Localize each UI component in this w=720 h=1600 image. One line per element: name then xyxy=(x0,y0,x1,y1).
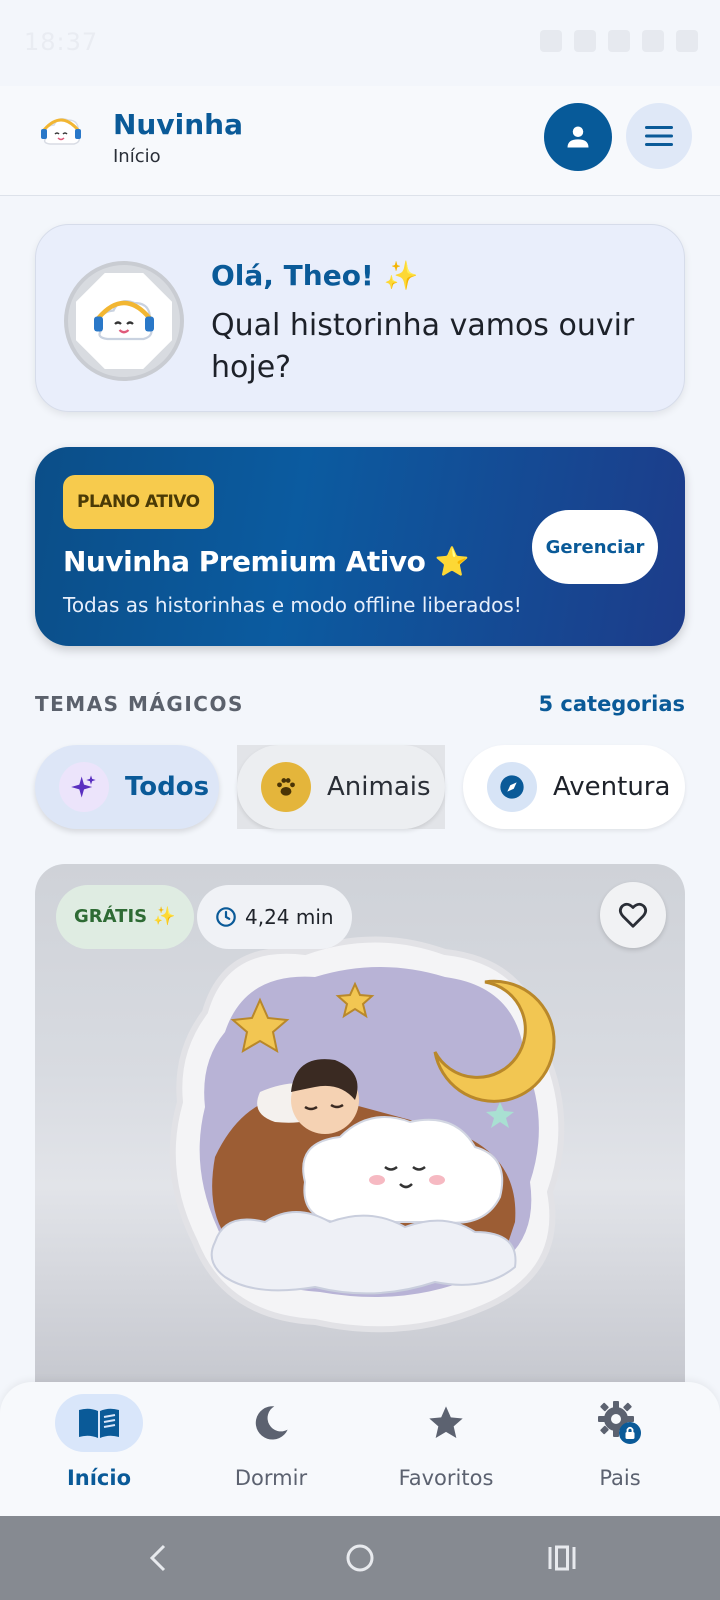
battery-icon xyxy=(676,30,698,52)
app-title: Nuvinha xyxy=(113,108,243,141)
wifi-icon xyxy=(608,30,630,52)
themes-count[interactable]: 5 categorias xyxy=(538,692,685,716)
free-badge: GRÁTIS ✨ xyxy=(56,885,194,949)
menu-button[interactable] xyxy=(626,103,692,169)
premium-banner: PLANO ATIVO Nuvinha Premium Ativo ⭐ Toda… xyxy=(35,447,685,646)
chip-label: Aventura xyxy=(553,772,671,802)
recents-button[interactable] xyxy=(540,1536,584,1580)
paw-icon xyxy=(261,762,311,812)
greeting-card: Olá, Theo! ✨ Qual historinha vamos ouvir… xyxy=(35,224,685,412)
back-chevron-icon xyxy=(149,1544,166,1572)
greeting-question: Qual historinha vamos ouvir hoje? xyxy=(211,308,635,385)
nav-label: Pais xyxy=(599,1466,641,1490)
app-header: Nuvinha Início xyxy=(0,86,720,196)
heart-icon xyxy=(618,902,648,928)
status-time: 18:37 xyxy=(24,28,99,56)
nav-label: Início xyxy=(66,1466,132,1490)
manage-button[interactable]: Gerenciar xyxy=(532,510,658,584)
home-circle-icon xyxy=(346,1544,374,1572)
recents-icon xyxy=(548,1545,576,1571)
sparkles-icon xyxy=(59,762,109,812)
back-button[interactable] xyxy=(136,1536,180,1580)
cloud-mascot-icon xyxy=(94,300,154,341)
signal-icon xyxy=(642,30,664,52)
gear-lock-icon xyxy=(598,1401,641,1444)
status-bar: 18:37 xyxy=(0,0,720,86)
nav-pais[interactable]: Pais xyxy=(545,1394,695,1514)
book-icon xyxy=(79,1408,119,1438)
clock-icon xyxy=(216,907,236,927)
chip-label: Animais xyxy=(327,772,431,802)
duration-badge: 4,24 min xyxy=(197,885,352,949)
favorite-button[interactable] xyxy=(600,882,666,948)
person-icon xyxy=(567,126,589,148)
nfc-icon xyxy=(574,30,596,52)
home-button[interactable] xyxy=(338,1536,382,1580)
profile-button[interactable] xyxy=(544,103,612,171)
story-illustration xyxy=(169,936,565,1333)
status-icons xyxy=(540,30,698,52)
themes-title: TEMAS MÁGICOS xyxy=(35,692,244,716)
mascot-avatar xyxy=(64,261,184,381)
chip-label: Todos xyxy=(125,772,210,802)
chip-animais[interactable]: Animais xyxy=(237,745,445,829)
nav-favoritos[interactable]: Favoritos xyxy=(371,1394,521,1514)
premium-title: Nuvinha Premium Ativo ⭐ xyxy=(63,545,469,578)
cloud-logo-icon xyxy=(36,108,86,158)
nav-dormir[interactable]: Dormir xyxy=(196,1394,346,1514)
star-icon xyxy=(429,1406,463,1438)
nav-inicio[interactable]: Início xyxy=(24,1394,174,1514)
chip-todos[interactable]: Todos xyxy=(35,745,219,829)
page-subtitle: Início xyxy=(113,146,161,167)
hamburger-icon xyxy=(645,126,673,146)
moon-icon xyxy=(255,1406,288,1440)
story-card[interactable]: GRÁTIS ✨ 4,24 min xyxy=(35,864,685,1384)
nav-label: Favoritos xyxy=(398,1466,494,1490)
premium-subtitle: Todas as historinhas e modo offline libe… xyxy=(63,593,522,617)
compass-icon xyxy=(487,762,537,812)
chip-aventura[interactable]: Aventura xyxy=(463,745,685,829)
greeting-hello: Olá, Theo! ✨ xyxy=(211,259,419,292)
system-nav-bar xyxy=(0,1516,720,1600)
nav-label: Dormir xyxy=(234,1466,308,1490)
alarm-icon xyxy=(540,30,562,52)
duration-text: 4,24 min xyxy=(245,905,334,929)
bottom-nav: Início Dormir Favoritos Pais xyxy=(0,1382,720,1516)
plan-active-badge: PLANO ATIVO xyxy=(63,475,214,529)
